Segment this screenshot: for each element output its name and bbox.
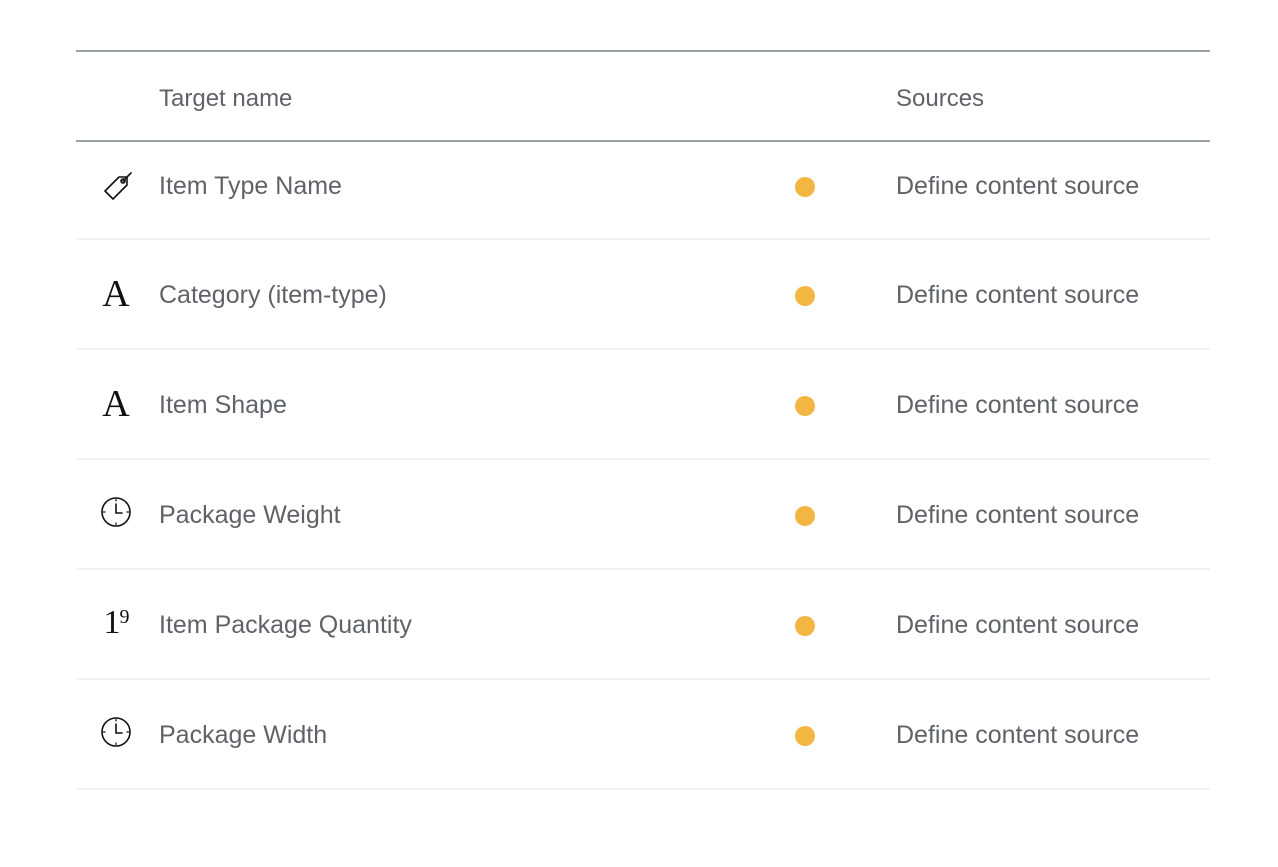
table-row: Package Width Define content source: [76, 680, 1210, 790]
number-type-glyph-sup: 9: [119, 606, 130, 628]
text-type-icon: A: [98, 383, 134, 425]
status-dot: [795, 177, 815, 197]
define-content-source-link[interactable]: Define content source: [896, 721, 1139, 750]
text-type-icon: A: [98, 273, 134, 315]
define-content-source-link[interactable]: Define content source: [896, 501, 1139, 530]
column-header-target-name: Target name: [159, 85, 293, 112]
define-content-source-link[interactable]: Define content source: [896, 281, 1139, 310]
text-type-glyph: A: [102, 273, 130, 315]
status-dot: [795, 396, 815, 416]
define-content-source-link[interactable]: Define content source: [896, 391, 1139, 420]
row-label: Package Weight: [159, 501, 341, 529]
row-label: Category (item-type): [159, 281, 387, 309]
number-type-glyph-main: 1: [103, 604, 121, 641]
table-body: Item Type Name Define content source A C…: [76, 142, 1210, 790]
text-type-glyph: A: [102, 383, 130, 425]
table-row: A Item Shape Define content source: [76, 350, 1210, 460]
clock-icon: [98, 714, 134, 750]
tag-icon: [98, 170, 134, 206]
clock-icon: [98, 494, 134, 530]
define-content-source-link[interactable]: Define content source: [896, 611, 1139, 640]
define-content-source-link[interactable]: Define content source: [896, 172, 1139, 201]
row-label: Item Package Quantity: [159, 611, 412, 639]
status-dot: [795, 726, 815, 746]
status-dot: [795, 286, 815, 306]
number-type-icon: 19: [98, 602, 134, 641]
column-header-sources: Sources: [896, 85, 985, 112]
row-label: Item Shape: [159, 391, 287, 419]
status-dot: [795, 506, 815, 526]
row-label: Package Width: [159, 721, 328, 749]
table-row: Item Type Name Define content source: [76, 142, 1210, 240]
row-label: Item Type Name: [159, 172, 342, 200]
mapping-table: Target name Sources Item Type Name Defin…: [76, 50, 1210, 790]
table-row: Package Weight Define content source: [76, 460, 1210, 570]
table-row: A Category (item-type) Define content so…: [76, 240, 1210, 350]
status-dot: [795, 616, 815, 636]
table-row: 19 Item Package Quantity Define content …: [76, 570, 1210, 680]
table-header: Target name Sources: [76, 50, 1210, 142]
